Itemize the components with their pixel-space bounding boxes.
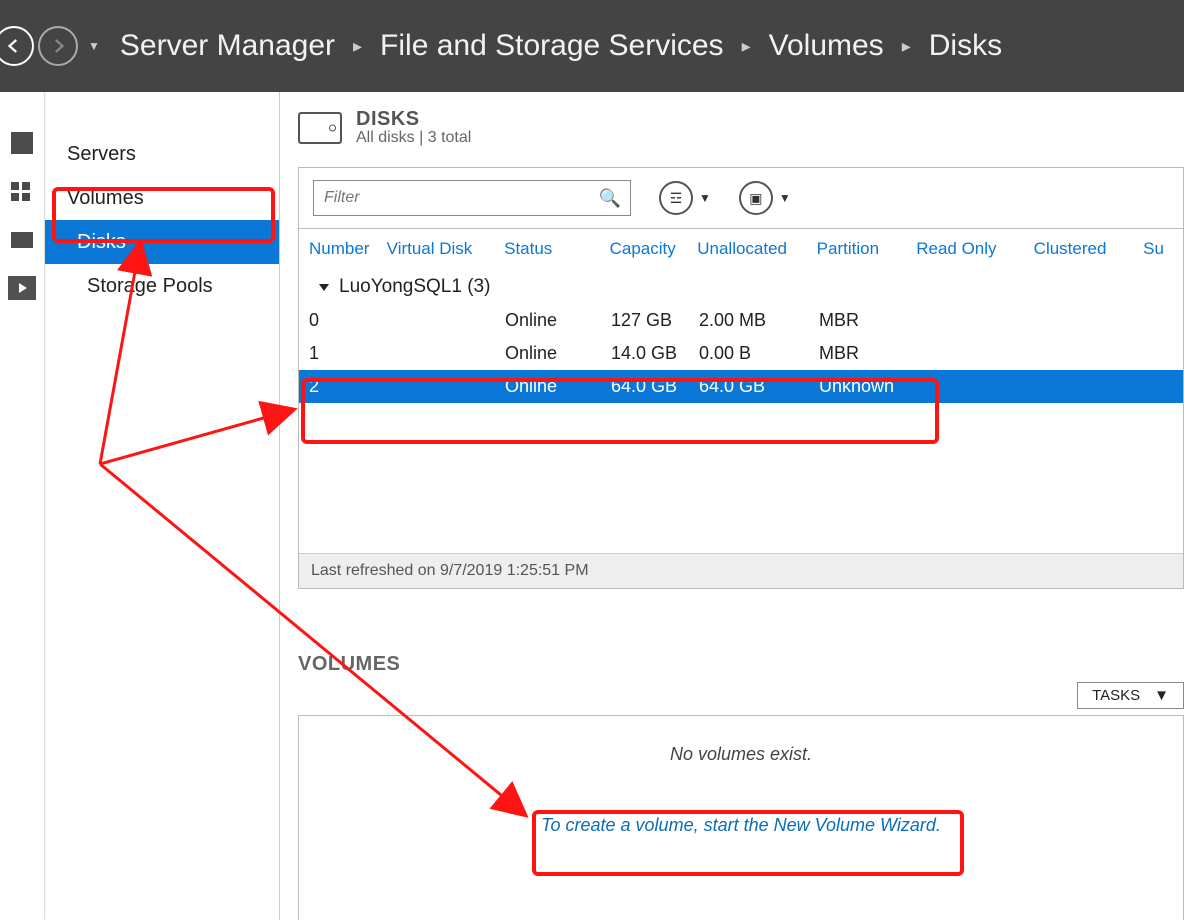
sidebar-item-volumes[interactable]: Volumes — [45, 176, 279, 220]
cell-number: 0 — [309, 310, 387, 331]
col-partition[interactable]: Partition — [817, 239, 917, 259]
crumb-2[interactable]: Volumes — [769, 29, 884, 63]
col-unallocated[interactable]: Unallocated — [697, 239, 816, 259]
save-icon: ▣ — [739, 181, 773, 215]
group-label: LuoYongSQL1 (3) — [339, 276, 490, 298]
new-volume-wizard-link[interactable]: To create a volume, start the New Volume… — [541, 815, 941, 836]
cell-vd — [387, 310, 505, 331]
caret-down-icon: ▼ — [779, 191, 791, 205]
chevron-right-icon: ▸ — [353, 36, 362, 57]
side-nav: Servers Volumes Disks Storage Pools — [45, 92, 280, 920]
cell-capacity: 127 GB — [611, 310, 699, 331]
history-dropdown-icon[interactable]: ▼ — [88, 39, 100, 53]
view-options-button[interactable]: ☲▼ — [659, 181, 711, 215]
crumb-root[interactable]: Server Manager — [120, 29, 335, 63]
cell-vd — [387, 376, 505, 397]
cell-capacity: 14.0 GB — [611, 343, 699, 364]
main-content: DISKS All disks | 3 total 🔍 ☲▼ ▣▼ Nu — [280, 92, 1184, 920]
tasks-label: TASKS — [1092, 687, 1140, 704]
cell-unallocated: 64.0 GB — [699, 376, 819, 397]
cell-unallocated: 0.00 B — [699, 343, 819, 364]
table-row[interactable]: 0 Online 127 GB 2.00 MB MBR — [299, 304, 1183, 337]
breadcrumb: Server Manager ▸ File and Storage Servic… — [120, 29, 1002, 63]
server-icon[interactable] — [11, 132, 33, 154]
titlebar: ▼ Server Manager ▸ File and Storage Serv… — [0, 0, 1184, 92]
col-subsystem[interactable]: Su — [1143, 239, 1183, 259]
col-status[interactable]: Status — [504, 239, 610, 259]
sidebar-item-servers[interactable]: Servers — [45, 132, 279, 176]
table-row[interactable]: 2 Online 64.0 GB 64.0 GB Unknown — [299, 370, 1183, 403]
panel-title: DISKS — [356, 108, 471, 131]
caret-down-icon: ▼ — [699, 191, 711, 205]
dashboard-icon[interactable] — [11, 182, 33, 204]
forward-button[interactable] — [38, 26, 78, 66]
col-readonly[interactable]: Read Only — [916, 239, 1033, 259]
col-number[interactable]: Number — [309, 239, 387, 259]
toolbar: 🔍 ☲▼ ▣▼ — [298, 167, 1184, 228]
table-row[interactable]: 1 Online 14.0 GB 0.00 B MBR — [299, 337, 1183, 370]
grid-header: Number Virtual Disk Status Capacity Unal… — [299, 229, 1183, 270]
disk-icon — [298, 112, 342, 144]
back-button[interactable] — [0, 26, 34, 66]
cell-partition: MBR — [819, 343, 919, 364]
crumb-3[interactable]: Disks — [929, 29, 1002, 63]
panel-subtitle: All disks | 3 total — [356, 129, 471, 147]
volumes-title: VOLUMES — [298, 653, 1184, 676]
col-capacity[interactable]: Capacity — [610, 239, 698, 259]
caret-down-icon: ▼ — [1154, 687, 1169, 704]
no-volumes-text: No volumes exist. — [670, 744, 812, 765]
cell-unallocated: 2.00 MB — [699, 310, 819, 331]
save-options-button[interactable]: ▣▼ — [739, 181, 791, 215]
cell-number: 1 — [309, 343, 387, 364]
cell-capacity: 64.0 GB — [611, 376, 699, 397]
volumes-box: No volumes exist. To create a volume, st… — [298, 715, 1184, 920]
sidebar-item-storage-pools[interactable]: Storage Pools — [45, 264, 279, 308]
list-icon: ☲ — [659, 181, 693, 215]
col-virtual-disk[interactable]: Virtual Disk — [387, 239, 504, 259]
cell-status: Online — [505, 376, 611, 397]
search-icon[interactable]: 🔍 — [590, 188, 630, 209]
collapse-icon — [319, 284, 329, 291]
group-row[interactable]: LuoYongSQL1 (3) — [299, 270, 1183, 304]
tasks-button[interactable]: TASKS ▼ — [1077, 682, 1184, 709]
cell-status: Online — [505, 343, 611, 364]
cell-partition: Unknown — [819, 376, 919, 397]
filter-input[interactable] — [314, 181, 590, 215]
cell-status: Online — [505, 310, 611, 331]
volumes-icon[interactable] — [11, 232, 33, 248]
disks-grid: Number Virtual Disk Status Capacity Unal… — [298, 228, 1184, 589]
chevron-right-icon: ▸ — [902, 36, 911, 57]
grid-footer: Last refreshed on 9/7/2019 1:25:51 PM — [299, 553, 1183, 588]
disks-icon[interactable] — [8, 276, 36, 300]
crumb-1[interactable]: File and Storage Services — [380, 29, 724, 63]
sidebar-item-disks[interactable]: Disks — [45, 220, 279, 264]
chevron-right-icon: ▸ — [742, 36, 751, 57]
cell-partition: MBR — [819, 310, 919, 331]
filter-box[interactable]: 🔍 — [313, 180, 631, 216]
col-clustered[interactable]: Clustered — [1034, 239, 1143, 259]
cell-vd — [387, 343, 505, 364]
cell-number: 2 — [309, 376, 387, 397]
iconbar — [0, 92, 45, 920]
